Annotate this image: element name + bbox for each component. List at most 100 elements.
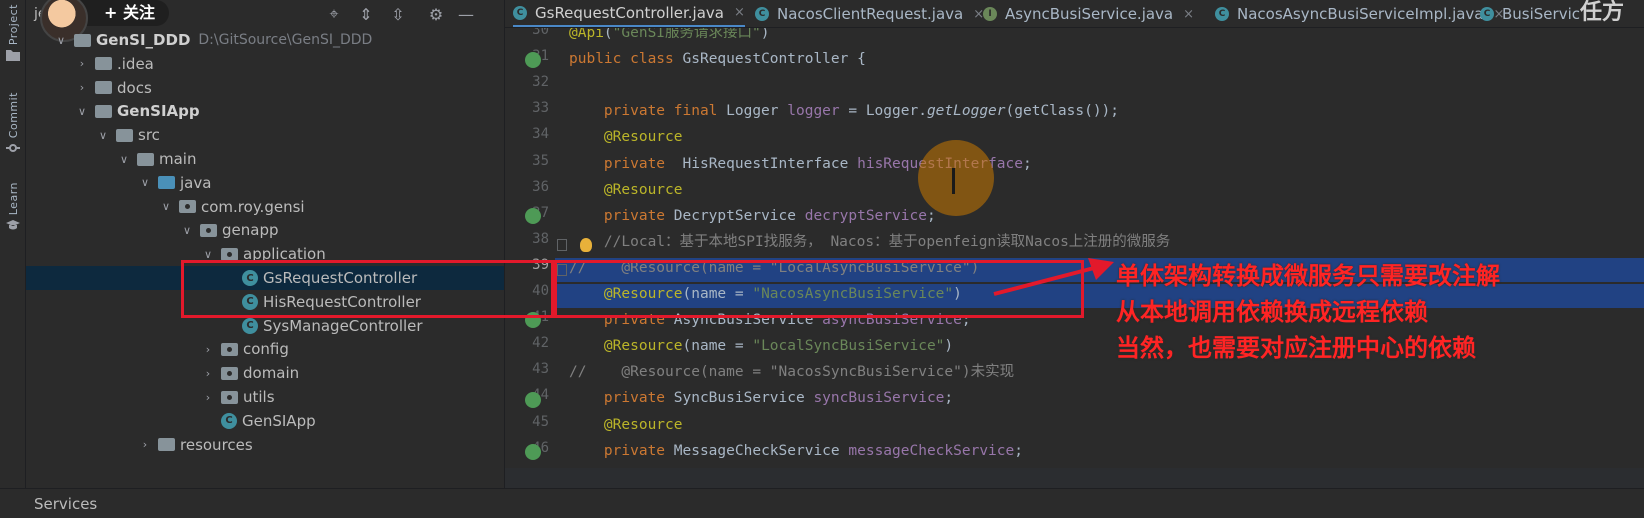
chevron-right-icon[interactable]: ›: [75, 81, 89, 94]
close-icon[interactable]: ×: [734, 5, 745, 20]
chevron-down-icon[interactable]: ∨: [180, 224, 194, 237]
fold-marker-icon[interactable]: [557, 239, 567, 251]
tree-item[interactable]: ∨ java: [26, 171, 504, 195]
chevron-down-icon[interactable]: ∨: [159, 200, 173, 213]
chevron-right-icon[interactable]: ›: [201, 391, 215, 404]
code-line: public class GsRequestController {: [569, 48, 866, 70]
bean-gutter-icon[interactable]: [525, 444, 541, 460]
bean-gutter-icon[interactable]: [525, 392, 541, 408]
tree-item[interactable]: › resources: [26, 433, 504, 457]
code-token: = Logger.: [839, 103, 927, 120]
line-number: 42: [532, 335, 549, 352]
tree-item-label: genapp: [222, 221, 279, 240]
tree-item[interactable]: › domain: [26, 361, 504, 385]
code-token: private final: [569, 103, 727, 120]
editor-tab-label: BusiServic: [1502, 5, 1580, 23]
tree-item[interactable]: ∨ main: [26, 147, 504, 171]
chevron-right-icon[interactable]: ›: [75, 57, 89, 70]
tree-item-path: D:\GitSource\GenSI_DDD: [198, 32, 373, 48]
commit-tool-button[interactable]: Commit: [0, 92, 26, 154]
line-number: 45: [532, 413, 549, 430]
learn-tool-label: Learn: [6, 182, 20, 216]
collapse-all-icon[interactable]: ⇳: [388, 4, 408, 24]
code-line: @Resource(name = "LocalSyncBusiService"): [569, 335, 953, 357]
chevron-right-icon[interactable]: ›: [201, 367, 215, 380]
code-token: (getClass());: [1005, 103, 1120, 120]
tree-item-label: utils: [243, 388, 275, 406]
class-icon: C: [242, 317, 258, 334]
tree-item[interactable]: ∨ src: [26, 123, 504, 147]
editor-tab[interactable]: C GsRequestController.java ×: [513, 0, 745, 27]
tree-item[interactable]: ∨ genapp: [26, 218, 504, 242]
folder-icon: [95, 81, 112, 95]
code-line: @Resource: [569, 179, 683, 201]
editor-tab-label: AsyncBusiService.java: [1005, 5, 1174, 23]
editor-tab[interactable]: I AsyncBusiService.java ×: [983, 0, 1194, 27]
code-line: private final Logger logger = Logger.get…: [569, 100, 1119, 122]
code-token: private: [569, 442, 674, 459]
folder-icon: [137, 152, 154, 166]
tree-item-label: GenSI_DDD: [96, 31, 191, 49]
tree-item[interactable]: › docs: [26, 76, 504, 100]
bean-gutter-icon[interactable]: [525, 208, 541, 224]
folder-icon: [74, 33, 91, 47]
chevron-right-icon[interactable]: ›: [138, 438, 152, 451]
code-token: @Api: [569, 28, 604, 41]
code-token: HisRequestInterface: [682, 155, 858, 172]
tree-item-label: com.roy.gensi: [201, 197, 305, 216]
lightbulb-icon[interactable]: [580, 238, 592, 252]
code-editor[interactable]: 3031323334353637383940414243444546 @Api(…: [505, 28, 1644, 468]
bean-gutter-icon[interactable]: [525, 52, 541, 68]
class-icon: C: [755, 7, 769, 21]
tree-item[interactable]: › config: [26, 337, 504, 361]
commit-icon: [6, 144, 20, 153]
code-token: ): [944, 338, 954, 355]
editor-tab-label: NacosAsyncBusiServiceImpl.java: [1237, 5, 1484, 23]
package-icon: [221, 247, 238, 261]
commit-tool-label: Commit: [6, 92, 20, 139]
editor-tab[interactable]: C BusiServic: [1480, 0, 1580, 27]
annotation-note: 单体架构转换成微服务只需要改注解 从本地调用依赖换成远程依赖 当然，也需要对应注…: [1116, 258, 1500, 366]
code-token: getLogger: [926, 103, 1006, 120]
tree-item[interactable]: ∨ com.roy.gensi: [26, 195, 504, 219]
learn-tool-button[interactable]: Learn: [0, 182, 26, 231]
editor-tab[interactable]: C NacosClientRequest.java ×: [755, 0, 984, 27]
package-icon: [179, 200, 196, 214]
code-token: Logger: [726, 103, 788, 120]
chevron-down-icon[interactable]: ∨: [75, 105, 89, 118]
chevron-down-icon[interactable]: ∨: [54, 34, 68, 47]
code-line: private MessageCheckService messageCheck…: [569, 440, 1023, 462]
tree-item[interactable]: › .idea: [26, 52, 504, 76]
tree-item[interactable]: ∨ GenSIApp: [26, 99, 504, 123]
close-icon[interactable]: ×: [1183, 7, 1194, 22]
tree-item[interactable]: › utils: [26, 385, 504, 409]
chevron-down-icon[interactable]: ∨: [117, 153, 131, 166]
locate-icon[interactable]: ⌖: [324, 4, 344, 24]
tree-item[interactable]: C GenSIApp: [26, 409, 504, 433]
tree-item-label: main: [159, 150, 197, 168]
chevron-down-icon[interactable]: ∨: [201, 248, 215, 261]
tree-item[interactable]: ∨ GenSI_DDD D:\GitSource\GenSI_DDD: [26, 28, 504, 52]
line-number: 43: [532, 361, 549, 378]
code-token: @Resource: [569, 181, 683, 198]
chevron-down-icon[interactable]: ∨: [138, 176, 152, 189]
line-number: 34: [532, 126, 549, 143]
chevron-down-icon[interactable]: ∨: [96, 129, 110, 142]
cursor-highlight: [918, 140, 994, 216]
minimize-icon[interactable]: —: [456, 4, 476, 24]
folder-icon: [95, 57, 112, 71]
tree-item-label: java: [180, 173, 212, 192]
services-tool-button[interactable]: Services: [34, 495, 97, 513]
code-token: logger: [787, 103, 840, 120]
follow-button[interactable]: + 关注: [76, 0, 169, 26]
code-token: (: [603, 28, 613, 41]
code-line: @Resource: [569, 126, 683, 148]
expand-all-icon[interactable]: ⇕: [356, 4, 376, 24]
chevron-right-icon[interactable]: ›: [201, 343, 215, 356]
editor-tab[interactable]: C NacosAsyncBusiServiceImpl.java ×: [1215, 0, 1504, 27]
project-tool-button[interactable]: Project: [0, 4, 26, 62]
code-token: SyncBusiService: [673, 390, 814, 407]
gear-icon[interactable]: ⚙: [426, 4, 446, 24]
tree-item-label: GenSIApp: [117, 102, 200, 121]
annotation-line-3: 当然，也需要对应注册中心的依赖: [1116, 334, 1476, 362]
